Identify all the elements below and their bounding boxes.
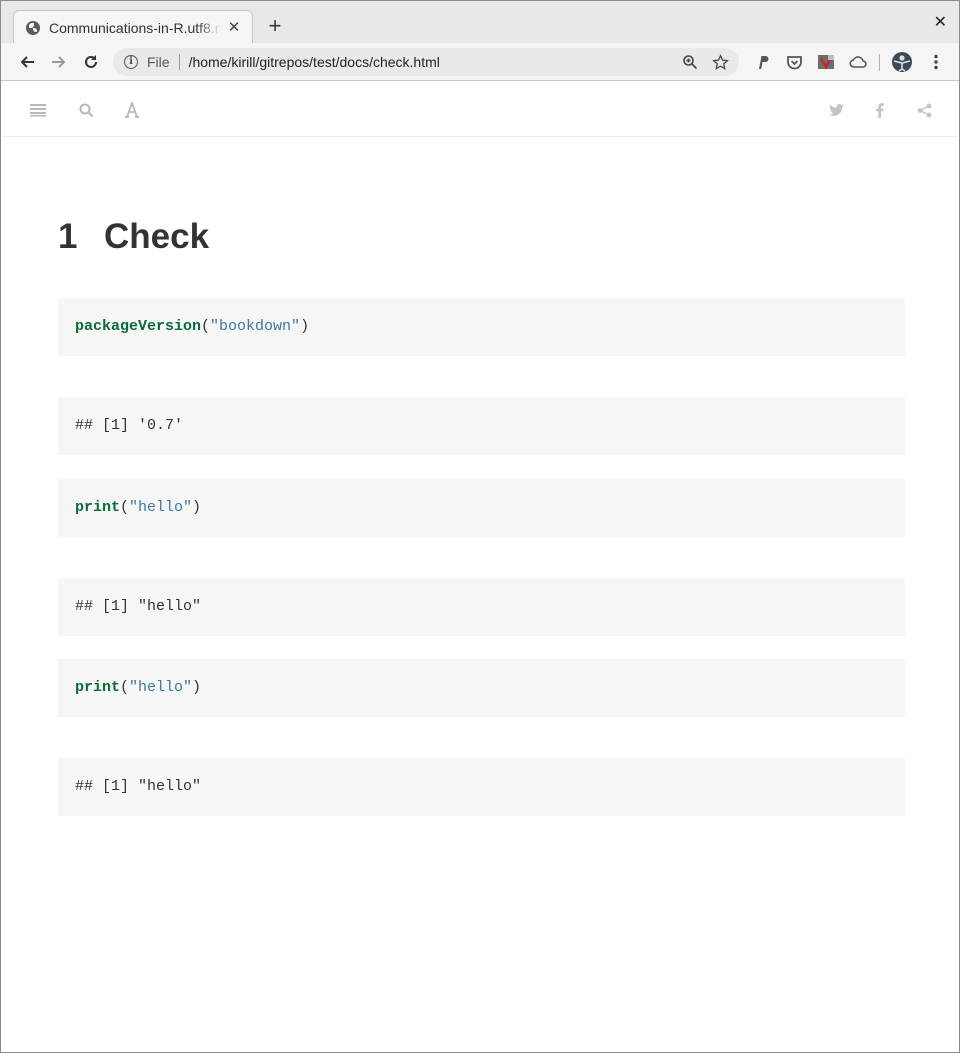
browser-window: Communications-in-R.utf8.md ✕ + ✕ i File… <box>0 0 960 1053</box>
code-paren-close: ) <box>192 679 202 696</box>
zoom-icon[interactable] <box>679 51 701 73</box>
code-paren-close: ) <box>192 499 202 516</box>
code-paren-open: ( <box>120 499 130 516</box>
search-icon[interactable] <box>76 100 96 120</box>
code-block: print("hello") <box>58 659 905 717</box>
code-block: print("hello") <box>58 479 905 537</box>
tab-title: Communications-in-R.utf8.md <box>49 19 221 36</box>
pocket-icon[interactable] <box>783 51 805 73</box>
twitter-icon[interactable] <box>826 100 846 120</box>
address-divider <box>178 54 180 70</box>
address-bar[interactable]: i File /home/kirill/gitrepos/test/docs/c… <box>113 48 739 76</box>
code-string: "bookdown" <box>210 318 301 335</box>
code-function: print <box>75 499 121 516</box>
code-paren-close: ) <box>300 318 310 335</box>
facebook-icon[interactable] <box>870 100 890 120</box>
code-paren-open: ( <box>201 318 211 335</box>
code-block: packageVersion("bookdown") <box>58 298 905 356</box>
section-title: Check <box>104 217 210 256</box>
url-scheme: File <box>147 54 170 70</box>
code-string: "hello" <box>129 679 193 696</box>
url-text[interactable]: /home/kirill/gitrepos/test/docs/check.ht… <box>189 54 679 70</box>
extension-icon[interactable] <box>815 51 837 73</box>
cloud-icon[interactable] <box>847 51 869 73</box>
output-block: ## [1] "hello" <box>58 758 905 816</box>
code-function: packageVersion <box>75 318 202 335</box>
output-block: ## [1] '0.7' <box>58 397 905 455</box>
code-function: print <box>75 679 121 696</box>
share-icon[interactable] <box>914 100 934 120</box>
code-paren-open: ( <box>120 679 130 696</box>
browser-toolbar: i File /home/kirill/gitrepos/test/docs/c… <box>1 43 959 81</box>
font-settings-icon[interactable] <box>122 100 142 120</box>
new-tab-button[interactable]: + <box>263 14 287 38</box>
window-close-icon[interactable]: ✕ <box>934 12 947 32</box>
paypal-icon[interactable] <box>751 51 773 73</box>
page-title: 1 Check <box>58 217 209 257</box>
forward-icon[interactable] <box>47 50 71 74</box>
info-icon[interactable]: i <box>124 55 138 69</box>
toolbar-divider <box>879 54 880 71</box>
menu-icon[interactable] <box>925 51 947 73</box>
section-number: 1 <box>58 217 78 256</box>
tab-close-icon[interactable]: ✕ <box>225 19 243 37</box>
avatar[interactable] <box>891 51 913 73</box>
reload-icon[interactable] <box>79 50 103 74</box>
tab-strip: Communications-in-R.utf8.md ✕ + ✕ <box>1 1 959 44</box>
output-block: ## [1] "hello" <box>58 578 905 636</box>
toc-toggle-icon[interactable] <box>28 100 48 120</box>
browser-tab[interactable]: Communications-in-R.utf8.md ✕ <box>13 10 253 44</box>
book-header <box>2 82 958 137</box>
star-icon[interactable] <box>709 51 731 73</box>
back-icon[interactable] <box>15 50 39 74</box>
globe-icon <box>26 20 40 35</box>
code-string: "hello" <box>129 499 193 516</box>
